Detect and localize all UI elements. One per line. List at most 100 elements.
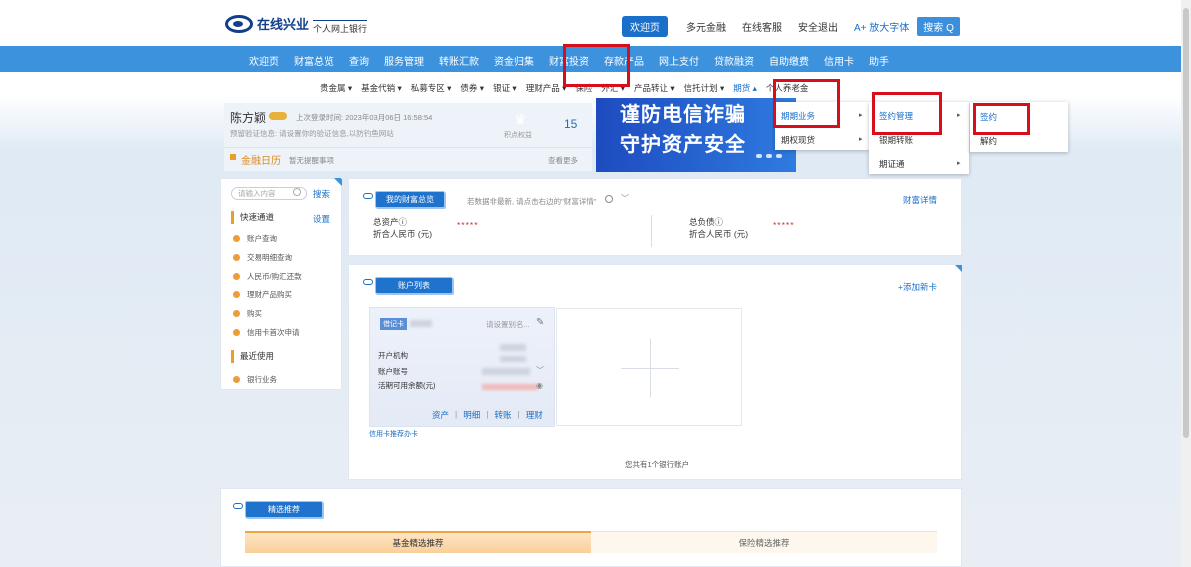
recent-item-label: 银行业务 <box>247 375 277 384</box>
subnav-product-transfer[interactable]: 产品转让 ▾ <box>634 82 675 94</box>
credit-card-promo-link[interactable]: 信用卡推荐办卡 <box>369 429 418 439</box>
total-debt-unit: 折合人民币 (元) <box>689 229 749 239</box>
card-link-assets[interactable]: 资产 <box>432 409 449 421</box>
highlight-sign <box>973 103 1030 135</box>
calendar-title[interactable]: 金融日历 <box>241 152 281 167</box>
top-link-logout[interactable]: 安全退出 <box>798 19 838 34</box>
chevron-down-icon[interactable]: ﹀ <box>621 193 629 204</box>
subnav-trust[interactable]: 信托计划 ▾ <box>684 82 725 94</box>
user-info-panel: 陈方颖 上次登录时间: 2023年03月06日 16:58:54 预留验证信息:… <box>224 103 592 171</box>
promo-banner[interactable]: 谨防电信诈骗 守护资产安全 <box>596 98 796 172</box>
total-assets-label: 总资产ⓘ <box>373 217 408 227</box>
verify-info[interactable]: 预留验证信息: 请设置你的验证信息,以防钓鱼网站 <box>230 128 394 139</box>
edit-icon[interactable]: ✎ <box>536 317 544 328</box>
tab-insurance-recommend[interactable]: 保险精选推荐 <box>591 531 937 553</box>
points-value[interactable]: 15 <box>564 117 577 131</box>
nav-item-online-pay[interactable]: 网上支付 <box>659 53 699 68</box>
nav-item-credit-card[interactable]: 信用卡 <box>824 53 854 68</box>
add-card-link[interactable]: +添加新卡 <box>898 281 937 293</box>
card-link-transfer[interactable]: 转账 <box>494 409 511 421</box>
scrollbar-thumb[interactable] <box>1183 8 1189 438</box>
subnav-precious-metal[interactable]: 贵金属 ▾ <box>320 82 352 94</box>
menu-item-options-spot[interactable]: 期权现货 <box>781 134 815 146</box>
menu-item-bank-futures-transfer[interactable]: 银期转账 <box>879 134 913 146</box>
banner-dot[interactable] <box>756 154 762 158</box>
quick-item-credit-card-apply[interactable]: 信用卡首次申请 <box>233 327 300 338</box>
top-link-finance[interactable]: 多元金融 <box>686 19 726 34</box>
banner-dot[interactable] <box>776 154 782 158</box>
search-icon[interactable] <box>293 188 301 196</box>
bullet-icon <box>233 291 240 298</box>
recent-item-bank-business[interactable]: 银行业务 <box>233 374 277 385</box>
page-scrollbar[interactable] <box>1181 0 1191 567</box>
calendar-note: 暂无提醒事项 <box>289 156 334 165</box>
nav-item-assistant[interactable]: 助手 <box>869 53 889 68</box>
chevron-right-icon: ▸ <box>859 136 863 143</box>
account-list-tag: 账户列表 <box>363 277 453 294</box>
points-label: 积点权益 <box>504 132 532 139</box>
chevron-right-icon: ▸ <box>957 112 961 119</box>
nav-item-transfer[interactable]: 转账汇款 <box>439 53 479 68</box>
font-size-button[interactable]: A+ 放大字体 <box>854 19 909 34</box>
subnav-bond[interactable]: 债券 ▾ <box>460 82 484 94</box>
top-link-welcome[interactable]: 欢迎页 <box>622 16 668 37</box>
card-link-wealth[interactable]: 理财 <box>526 409 543 421</box>
menu-item-unsign[interactable]: 解约 <box>980 135 997 147</box>
card-link-detail[interactable]: 明细 <box>463 409 480 421</box>
wealth-hint: 若数据非最新, 请点击右边的"财富详情" <box>467 197 597 206</box>
separator: | <box>455 409 458 419</box>
quick-item-account-query[interactable]: 账户查询 <box>233 233 277 244</box>
card-actions: 资产 | 明细 | 转账 | 理财 <box>432 409 543 421</box>
nav-item-welcome[interactable]: 欢迎页 <box>249 53 279 68</box>
sidebar-search-button[interactable]: 搜索 <box>313 188 330 200</box>
nav-item-fund-collect[interactable]: 资金归集 <box>494 53 534 68</box>
debit-card[interactable]: 借记卡 请设置别名... ✎ 开户机构 账户账号 ﹀ 活期可用余额(元) ◉ 资… <box>369 307 555 427</box>
nav-item-loan[interactable]: 贷款融资 <box>714 53 754 68</box>
eye-icon[interactable]: ◉ <box>536 381 543 390</box>
quick-item-wealth-purchase[interactable]: 理财产品购买 <box>233 289 292 300</box>
nav-item-service[interactable]: 服务管理 <box>384 53 424 68</box>
quick-item-purchase[interactable]: 购买 <box>233 308 262 319</box>
bullet-icon <box>233 376 240 383</box>
quick-channel-settings[interactable]: 设置 <box>313 213 330 225</box>
logo-brand: 在线兴业 <box>257 17 310 32</box>
subnav-fund[interactable]: 基金代销 ▾ <box>361 82 402 94</box>
quick-item-rmb-repay[interactable]: 人民币/购汇还款 <box>233 271 302 282</box>
quick-item-label: 交易明细查询 <box>247 253 292 262</box>
banner-dot[interactable] <box>766 154 772 158</box>
bullet-icon <box>233 254 240 261</box>
subnav-private[interactable]: 私募专区 ▾ <box>411 82 452 94</box>
eye-icon[interactable] <box>605 195 613 203</box>
quick-access-sidebar: 请输入内容 搜索 快速通道 设置 账户查询 交易明细查询 人民币/购汇还款 理财… <box>220 178 342 390</box>
corner-marker <box>334 178 341 185</box>
bullet-icon <box>233 310 240 317</box>
tab-fund-recommend[interactable]: 基金精选推荐 <box>245 531 591 553</box>
key-icon <box>363 192 373 199</box>
nav-item-wealth-overview[interactable]: 财富总览 <box>294 53 334 68</box>
subnav-futures[interactable]: 期货 ▴ <box>733 82 757 94</box>
subnav-bank-securities[interactable]: 银证 ▾ <box>493 82 517 94</box>
bullet-icon <box>233 235 240 242</box>
key-icon <box>233 502 243 509</box>
bullet-icon <box>233 273 240 280</box>
key-icon <box>363 278 373 285</box>
nav-item-query[interactable]: 查询 <box>349 53 369 68</box>
wealth-detail-link[interactable]: 财富详情 <box>903 194 937 206</box>
quick-item-transaction-query[interactable]: 交易明细查询 <box>233 252 292 263</box>
add-card-placeholder[interactable] <box>556 308 742 426</box>
logo-icon <box>225 14 253 33</box>
subnav-wealth-product[interactable]: 理财产品 ▾ <box>526 82 567 94</box>
last-login-time: 上次登录时间: 2023年03月06日 16:58:54 <box>296 113 433 122</box>
nav-item-bill-pay[interactable]: 自助缴费 <box>769 53 809 68</box>
bank-logo[interactable]: 在线兴业 个人网上银行 <box>225 14 368 34</box>
quick-item-label: 理财产品购买 <box>247 290 292 299</box>
top-link-service[interactable]: 在线客服 <box>742 19 782 34</box>
card-alias-input[interactable]: 请设置别名... <box>486 319 530 330</box>
calendar-more-link[interactable]: 查看更多 <box>548 155 578 166</box>
quick-channel-title: 快速通道 <box>231 211 274 224</box>
wealth-overview-tag: 我的财富总览 <box>363 191 445 208</box>
chevron-down-icon[interactable]: ﹀ <box>536 365 544 376</box>
toggle-icon[interactable] <box>269 112 287 120</box>
menu-item-futures-securities[interactable]: 期证通 <box>879 158 905 170</box>
header-search-button[interactable]: 搜索 Q <box>917 17 960 36</box>
